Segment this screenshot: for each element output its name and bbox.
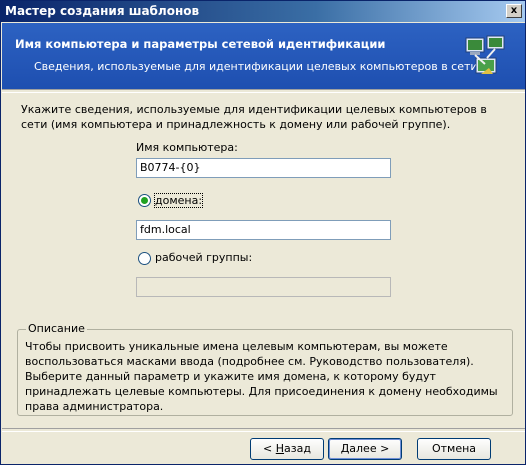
description-legend: Описание <box>26 322 87 335</box>
back-button-prefix: < <box>263 442 276 455</box>
back-button-rest: азад <box>284 442 311 455</box>
header-subtitle: Сведения, используемые для идентификации… <box>34 60 478 73</box>
domain-field[interactable]: fdm.local <box>136 220 391 240</box>
cancel-button[interactable]: Отмена <box>417 438 491 460</box>
header-separator <box>2 89 525 93</box>
domain-radio-dot <box>141 197 148 204</box>
next-button-rest: алее > <box>349 442 390 455</box>
window-title: Мастер создания шаблонов <box>5 4 200 18</box>
domain-radio-label[interactable]: домена: <box>153 193 204 208</box>
description-text: Чтобы присвоить уникальные имена целевым… <box>25 340 498 413</box>
back-button[interactable]: < Назад <box>250 438 324 460</box>
workgroup-radio[interactable] <box>138 252 151 265</box>
intro-text: Укажите сведения, используемые для идент… <box>21 103 487 131</box>
computer-name-label: Имя компьютера: <box>136 141 238 154</box>
title-bar[interactable]: Мастер создания шаблонов x <box>1 1 525 22</box>
description-group: Описание Чтобы присвоить уникальные имен… <box>17 322 513 416</box>
next-button-mnemonic: Д <box>340 442 350 455</box>
workgroup-field[interactable] <box>136 277 391 297</box>
back-button-mnemonic: Н <box>275 442 285 455</box>
wizard-window: Мастер создания шаблонов x Имя компьютер… <box>0 0 526 465</box>
domain-radio[interactable] <box>138 194 151 207</box>
wizard-header: Имя компьютера и параметры сетевой идент… <box>2 23 525 89</box>
footer-separator <box>2 428 525 432</box>
close-button[interactable]: x <box>506 4 522 18</box>
next-button[interactable]: Далее > <box>328 438 402 460</box>
header-title: Имя компьютера и параметры сетевой идент… <box>15 37 386 51</box>
network-computers-icon <box>465 35 505 74</box>
computer-name-field[interactable]: B0774-{0} <box>136 158 391 178</box>
workgroup-radio-label[interactable]: рабочей группы: <box>155 251 252 264</box>
